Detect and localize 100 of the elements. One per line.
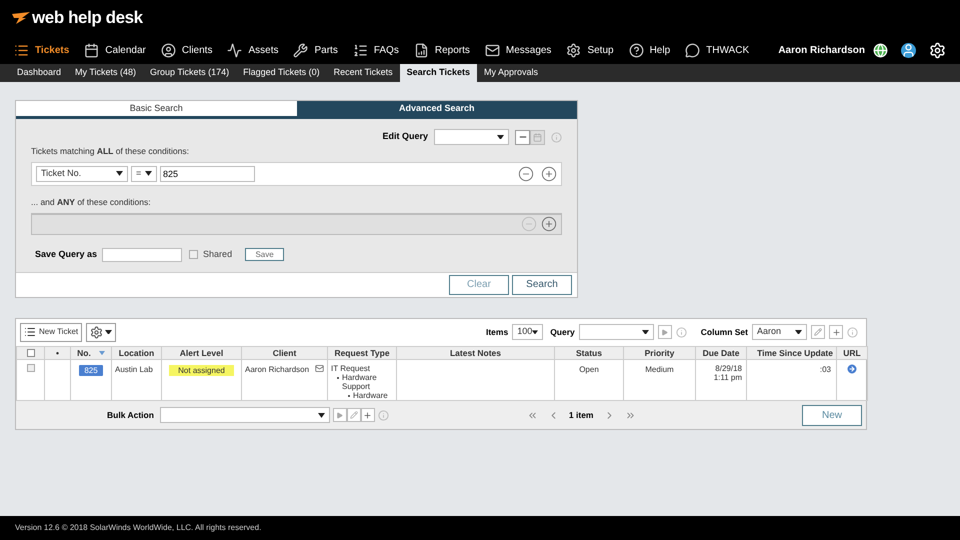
- caret-icon: [497, 134, 504, 140]
- mail-icon[interactable]: [315, 364, 324, 374]
- query-name-field[interactable]: [102, 248, 182, 262]
- remove-condition-icon[interactable]: [518, 166, 534, 182]
- nav-link[interactable]: Messages: [484, 42, 552, 58]
- subnav-tab[interactable]: My Tickets (48): [68, 64, 144, 82]
- any-conditions-label: ... and ANY of these conditions:: [31, 196, 152, 208]
- profile-icon[interactable]: [901, 42, 916, 58]
- nav-link[interactable]: Help: [628, 42, 670, 58]
- settings-icon[interactable]: [929, 42, 946, 58]
- settings-menu-button[interactable]: [86, 322, 116, 342]
- add-button[interactable]: [829, 325, 843, 339]
- nav-link[interactable]: Parts: [293, 42, 338, 58]
- caret-icon: [795, 330, 802, 334]
- remove-button[interactable]: [515, 130, 530, 144]
- gear-icon: [90, 326, 104, 338]
- shared-label: Shared: [203, 248, 232, 261]
- new-ticket-button[interactable]: New Ticket: [20, 322, 82, 342]
- edit-button[interactable]: [811, 325, 825, 339]
- value-field[interactable]: 825: [160, 166, 255, 182]
- nav-link[interactable]: Setup: [566, 42, 614, 58]
- pulse-icon: [227, 42, 242, 58]
- subnav-tab[interactable]: Group Tickets (174): [143, 64, 236, 82]
- add-condition-icon[interactable]: [541, 166, 557, 182]
- nav-link[interactable]: Clients: [160, 42, 212, 58]
- add-condition-icon[interactable]: [541, 216, 557, 232]
- query-dropdown[interactable]: [578, 324, 654, 340]
- table-cell: Austin Lab: [115, 365, 153, 374]
- items-label: Items: [486, 326, 508, 338]
- edit-button[interactable]: [346, 408, 361, 422]
- sort-icon: [98, 350, 105, 355]
- plus-icon: [363, 410, 372, 420]
- column-header[interactable]: URL: [836, 346, 868, 360]
- column-header[interactable]: Alert Level: [162, 346, 242, 360]
- field-dropdown[interactable]: Ticket No.: [36, 166, 128, 182]
- subnav-tab[interactable]: Recent Tickets: [326, 64, 400, 82]
- nav-link[interactable]: Assets: [227, 42, 278, 58]
- open-link-icon[interactable]: [846, 363, 858, 376]
- row-checkbox[interactable]: [26, 364, 34, 372]
- shared-checkbox[interactable]: [189, 250, 198, 259]
- items-dropdown[interactable]: 100: [512, 324, 544, 340]
- subnav-tab[interactable]: Search Tickets: [400, 64, 478, 82]
- ticket-number-link[interactable]: 825: [79, 365, 103, 376]
- settings-icon: [566, 42, 582, 58]
- footer-text: Version 12.6 © 2018 SolarWinds WorldWide, LLC. All rights reserved.: [15, 522, 262, 534]
- column-header[interactable]: Priority: [624, 346, 696, 360]
- edit-query-label: Edit Query: [382, 130, 428, 144]
- query-label: Query: [550, 326, 575, 338]
- nav-link[interactable]: Calendar: [84, 42, 146, 58]
- globe-icon[interactable]: [873, 42, 888, 58]
- query-dropdown[interactable]: [434, 129, 509, 145]
- column-header[interactable]: Latest Notes: [396, 346, 554, 360]
- chart-icon: [414, 42, 429, 58]
- nav-link[interactable]: Tickets: [14, 42, 70, 58]
- save-query-label: Save Query as: [35, 248, 98, 261]
- nav-link[interactable]: Reports: [414, 42, 470, 58]
- save-button[interactable]: Save: [245, 248, 284, 261]
- run-button[interactable]: [658, 325, 672, 339]
- column-header[interactable]: Location: [112, 346, 162, 360]
- column-header[interactable]: Time Since Update: [746, 346, 836, 360]
- wrench-icon: [293, 42, 308, 58]
- logo-text: web help desk: [32, 7, 143, 30]
- table-cell: Open: [579, 365, 599, 374]
- all-conditions-label: Tickets matching ALL of these conditions:: [31, 145, 190, 158]
- column-header[interactable]: No.: [70, 346, 112, 360]
- caret-icon: [116, 171, 123, 176]
- column-set-dropdown[interactable]: Aaron: [752, 324, 807, 340]
- column-header[interactable]: Client: [242, 346, 328, 360]
- bulk-action-dropdown[interactable]: [160, 407, 330, 424]
- play-icon: [336, 412, 344, 419]
- subnav-tab[interactable]: Dashboard: [10, 64, 68, 82]
- caret-icon: [532, 330, 538, 334]
- user-icon: [160, 42, 176, 58]
- info-icon: [378, 410, 389, 421]
- remove-condition-icon: [521, 216, 537, 232]
- column-header[interactable]: Request Type: [328, 346, 396, 360]
- add-button[interactable]: [360, 408, 375, 422]
- operator-dropdown[interactable]: =: [131, 166, 157, 182]
- search-button[interactable]: Search: [512, 274, 572, 294]
- chat-icon: [685, 42, 700, 58]
- bulk-action-label: Bulk Action: [107, 408, 154, 422]
- nav-link[interactable]: THWACK: [685, 42, 750, 58]
- select-all-checkbox[interactable]: [26, 348, 34, 357]
- column-header[interactable]: Due Date: [696, 346, 746, 360]
- due-time: 1:11 pm: [712, 373, 742, 382]
- subnav-tab[interactable]: My Approvals: [477, 64, 546, 82]
- caret-icon: [145, 171, 152, 176]
- nav-link[interactable]: FAQs: [352, 42, 399, 58]
- play-icon: [661, 328, 668, 336]
- subnav-tab[interactable]: Flagged Tickets (0): [236, 64, 327, 82]
- alert-level-badge: Not assigned: [169, 365, 234, 376]
- search-tab[interactable]: Basic Search: [16, 101, 296, 116]
- first-page-icon[interactable]: [526, 410, 538, 421]
- column-header[interactable]: Status: [554, 346, 624, 360]
- last-page-icon[interactable]: [624, 410, 636, 421]
- column-header[interactable]: •: [44, 346, 70, 360]
- new-button[interactable]: New: [802, 404, 862, 426]
- table-cell: :03: [820, 365, 831, 374]
- run-button[interactable]: [332, 408, 347, 422]
- search-tab[interactable]: Advanced Search: [296, 101, 577, 116]
